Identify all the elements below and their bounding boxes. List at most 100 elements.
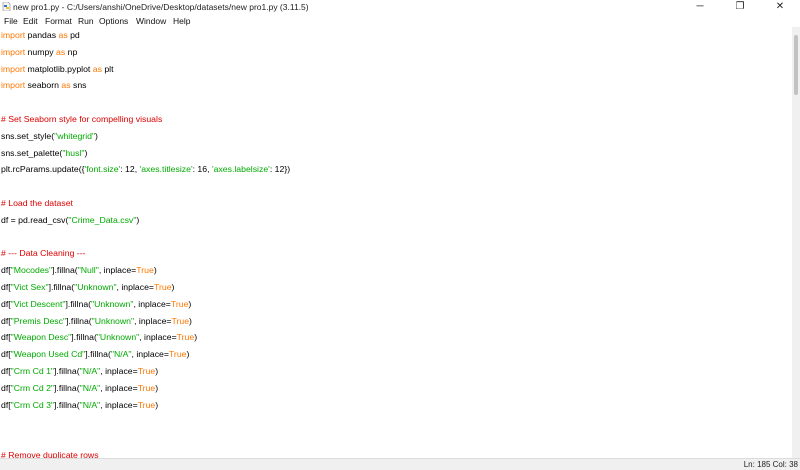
code-token: "Unknown": [96, 332, 140, 343]
code-token: : 12}): [269, 164, 291, 175]
code-token: # --- Data Cleaning ---: [1, 248, 86, 259]
cursor-position: Ln: 185 Col: 38: [743, 460, 798, 469]
menu-help[interactable]: Help: [173, 15, 190, 27]
code-token: "Crm Cd 2": [10, 382, 55, 393]
code-token: ): [186, 349, 190, 360]
code-editor[interactable]: import pandas as pd import numpy as np imp…: [0, 27, 792, 458]
code-token: import: [1, 80, 26, 91]
code-token: "N/A": [79, 366, 101, 376]
code-token: ].fillna(: [65, 298, 92, 309]
status-bar: Ln: 185 Col: 38: [0, 458, 800, 470]
code-line[interactable]: import pandas as pd: [1, 27, 80, 43]
code-line[interactable]: plt.rcParams.update({'font.size': 12, 'a…: [1, 161, 290, 177]
code-token: as: [56, 46, 66, 57]
code-token: df[: [1, 399, 11, 410]
code-line[interactable]: # Set Seaborn style for compelling visua…: [1, 111, 162, 127]
code-line[interactable]: df["Crm Cd 2"].fillna("N/A", inplace=Tru…: [1, 380, 158, 396]
code-token: ].fillna(: [52, 265, 78, 276]
code-token: import: [1, 63, 26, 74]
code-token: df[: [1, 282, 11, 292]
code-line[interactable]: df["Crm Cd 3"].fillna("N/A", inplace=Tru…: [1, 397, 158, 413]
code-token: # Load the dataset: [1, 198, 73, 208]
code-token: True: [168, 349, 187, 360]
code-token: ): [155, 399, 159, 410]
code-token: ): [153, 265, 157, 276]
menu-edit[interactable]: Edit: [23, 15, 38, 27]
minimize-button[interactable]: ─: [680, 0, 720, 14]
code-line[interactable]: df["Premis Desc"].fillna("Unknown", inpl…: [1, 313, 192, 329]
code-token: ].fillna(: [54, 399, 80, 410]
maximize-button[interactable]: ❐: [720, 0, 760, 14]
code-token: as: [58, 30, 68, 40]
code-token: "Vict Sex": [10, 282, 49, 292]
code-token: pd: [67, 30, 80, 40]
code-token: # Set Seaborn style for compelling visua…: [1, 114, 163, 124]
code-line[interactable]: df["Vict Descent"].fillna("Unknown", inp…: [1, 296, 191, 312]
code-line[interactable]: import seaborn as sns: [1, 77, 87, 93]
code-token: np: [65, 46, 78, 57]
menu-run[interactable]: Run: [78, 15, 94, 27]
code-token: , inplace=: [100, 382, 138, 393]
code-token: True: [137, 366, 156, 376]
code-token: import: [1, 46, 26, 57]
code-token: ): [171, 282, 175, 292]
code-token: True: [153, 282, 172, 292]
code-token: as: [92, 63, 102, 74]
code-token: True: [171, 315, 190, 326]
code-line[interactable]: sns.set_style("whitegrid"): [1, 128, 98, 144]
code-token: df[: [1, 366, 11, 376]
menu-format[interactable]: Format: [45, 15, 72, 27]
code-token: , inplace=: [134, 315, 172, 326]
code-token: True: [137, 399, 156, 410]
code-token: "Premis Desc": [10, 315, 67, 326]
menu-options[interactable]: Options: [99, 15, 128, 27]
code-line[interactable]: sns.set_palette("husl"): [1, 145, 87, 161]
python-file-icon: [2, 2, 11, 11]
code-token: sns.set_style(: [1, 130, 55, 141]
code-token: , inplace=: [131, 349, 169, 360]
code-token: ): [95, 130, 98, 141]
code-line[interactable]: import numpy as np: [1, 44, 77, 60]
code-token: df[: [1, 265, 11, 276]
code-token: ].fillna(: [54, 366, 80, 376]
code-token: "N/A": [79, 399, 101, 410]
code-token: "Weapon Used Cd": [10, 349, 86, 360]
code-token: numpy: [25, 46, 57, 57]
code-line[interactable]: df["Mocodes"].fillna("Null", inplace=Tru…: [1, 262, 157, 278]
code-token: # Remove duplicate rows: [1, 450, 99, 458]
code-token: import: [1, 30, 26, 40]
close-button[interactable]: ✕: [760, 0, 800, 14]
menu-bar: File Edit Format Run Options Window Help: [0, 14, 800, 28]
code-token: 'font.size': [84, 164, 121, 175]
code-token: True: [137, 382, 156, 393]
code-line[interactable]: import matplotlib.pyplot as plt: [1, 61, 114, 77]
code-token: ): [84, 147, 88, 158]
code-token: True: [170, 298, 189, 309]
code-token: pandas: [25, 30, 59, 40]
code-line[interactable]: # Load the dataset: [1, 195, 73, 211]
code-token: ): [194, 332, 198, 343]
code-line[interactable]: df["Weapon Used Cd"].fillna("N/A", inpla…: [1, 346, 189, 362]
code-line[interactable]: # --- Data Cleaning ---: [1, 245, 86, 261]
code-token: "Crm Cd 1": [10, 366, 55, 376]
title-bar: new pro1.py - C:/Users/anshi/OneDrive/De…: [0, 0, 800, 14]
code-token: "Unknown": [91, 298, 134, 309]
code-token: df[: [1, 332, 11, 343]
vertical-scrollbar[interactable]: [792, 27, 800, 458]
code-token: , inplace=: [116, 282, 154, 292]
code-token: ): [136, 214, 140, 225]
menu-file[interactable]: File: [4, 15, 18, 27]
code-token: ].fillna(: [71, 332, 97, 343]
code-line[interactable]: df["Crm Cd 1"].fillna("N/A", inplace=Tru…: [1, 363, 158, 379]
code-line[interactable]: df = pd.read_csv("Crime_Data.csv"): [1, 212, 139, 228]
code-token: ): [155, 366, 159, 376]
code-line[interactable]: df["Vict Sex"].fillna("Unknown", inplace…: [1, 279, 174, 295]
scrollbar-thumb[interactable]: [794, 35, 798, 95]
menu-window[interactable]: Window: [136, 15, 166, 27]
code-token: "Vict Descent": [10, 298, 66, 309]
code-token: "Unknown": [91, 315, 135, 326]
code-line[interactable]: # Remove duplicate rows: [1, 447, 99, 458]
code-token: seaborn: [25, 80, 62, 91]
code-line[interactable]: df["Weapon Desc"].fillna("Unknown", inpl…: [1, 329, 197, 345]
code-token: 'axes.titlesize': [139, 164, 193, 175]
